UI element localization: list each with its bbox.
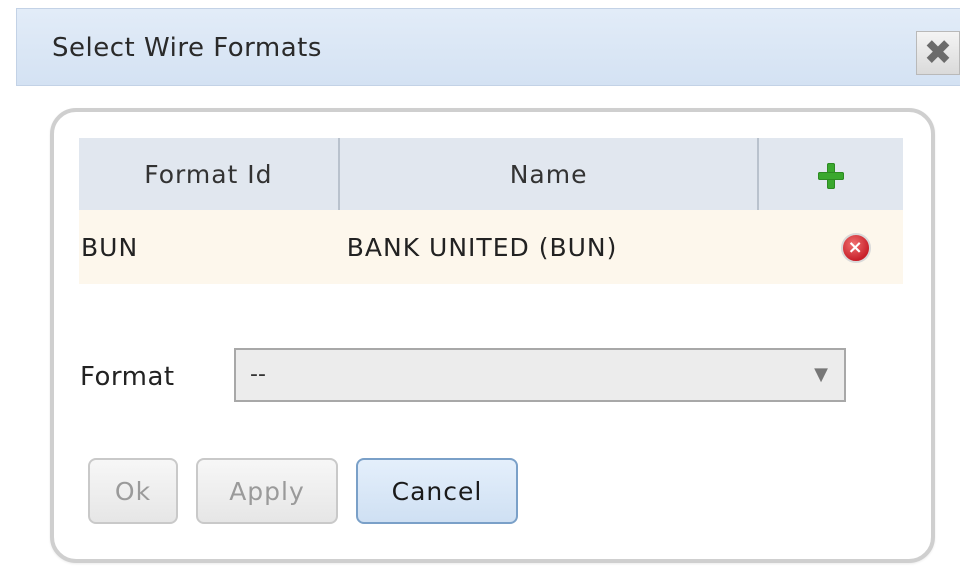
column-header-format-id[interactable]: Format Id xyxy=(79,138,340,210)
remove-format-button[interactable]: × xyxy=(758,210,903,284)
dialog-titlebar: Select Wire Formats ✖ xyxy=(16,8,960,86)
column-header-name[interactable]: Name xyxy=(338,138,760,210)
name-cell: BANK UNITED (BUN) xyxy=(338,210,759,284)
add-format-button[interactable] xyxy=(758,138,903,210)
table-header-row: Format Id Name xyxy=(79,138,903,210)
wire-formats-table: Format Id Name BUN BANK UNITED (BUN) × xyxy=(79,138,903,284)
chevron-down-icon[interactable]: ▼ xyxy=(814,350,828,400)
format-id-cell: BUN xyxy=(79,210,339,284)
ok-button[interactable]: Ok xyxy=(88,458,178,524)
plus-icon[interactable] xyxy=(818,162,845,189)
format-select-value: -- xyxy=(250,362,266,387)
dialog-title: Select Wire Formats xyxy=(52,33,322,63)
table-row[interactable]: BUN BANK UNITED (BUN) × xyxy=(79,210,903,284)
cancel-button[interactable]: Cancel xyxy=(356,458,518,524)
apply-button[interactable]: Apply xyxy=(196,458,338,524)
close-icon[interactable]: ✖ xyxy=(916,31,960,75)
delete-icon[interactable]: × xyxy=(840,232,871,263)
format-label: Format xyxy=(80,362,175,392)
format-select[interactable]: -- ▼ xyxy=(234,348,846,402)
